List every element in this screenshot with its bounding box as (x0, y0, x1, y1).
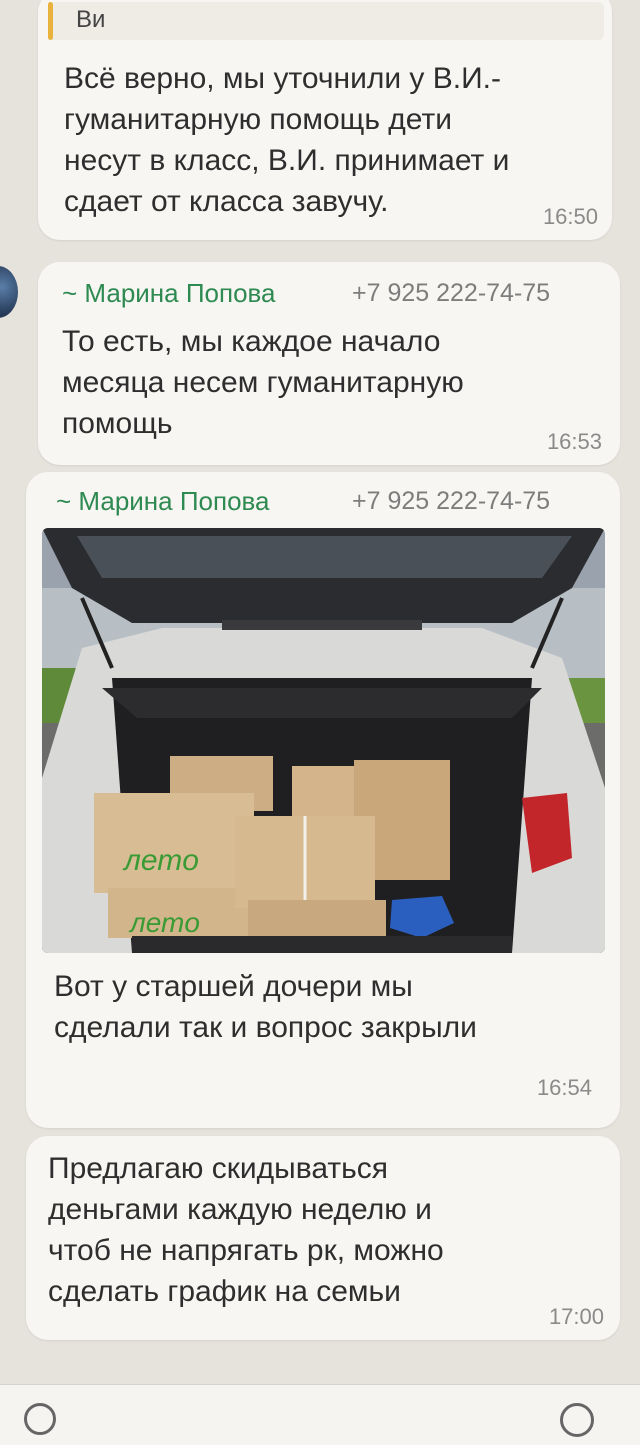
quote-bar (48, 2, 53, 40)
message-text: Вот у старшей дочери мы сделали так и во… (54, 970, 477, 1044)
sender-phone[interactable]: +7 925 222-74-75 (352, 487, 550, 516)
sender-phone[interactable]: +7 925 222-74-75 (352, 279, 550, 308)
message-text: Предлагаю скидываться деньгами каждую не… (48, 1152, 444, 1308)
message-bubble-4[interactable]: Предлагаю скидываться деньгами каждую не… (26, 1136, 620, 1340)
message-time: 16:54 (536, 1075, 592, 1100)
avatar[interactable] (0, 266, 18, 318)
message-time: 17:00 (548, 1304, 604, 1329)
message-text: То есть, мы каждое начало месяца несем г… (62, 325, 464, 440)
attach-icon[interactable] (560, 1403, 594, 1437)
quote-block[interactable]: Ви (48, 2, 604, 40)
message-bubble-2[interactable]: ~ Марина Попова +7 925 222-74-75 То есть… (38, 262, 620, 465)
quote-author: Ви (76, 6, 106, 33)
car-trunk-photo[interactable]: летo летo (42, 528, 605, 953)
message-composer[interactable] (0, 1384, 640, 1445)
message-time: 16:50 (542, 204, 598, 229)
sticker-icon[interactable] (24, 1403, 56, 1435)
box-label-1: летo (122, 844, 199, 877)
message-text: Всё верно, мы уточнили у В.И.- гуманитар… (64, 62, 510, 218)
message-time: 16:53 (546, 429, 602, 454)
sender-name[interactable]: ~ Марина Попова (62, 278, 276, 309)
sender-name[interactable]: ~ Марина Попова (56, 486, 270, 517)
box-label-2: летo (128, 907, 200, 938)
message-bubble-1[interactable]: Ви Всё верно, мы уточнили у В.И.- гумани… (38, 0, 612, 240)
